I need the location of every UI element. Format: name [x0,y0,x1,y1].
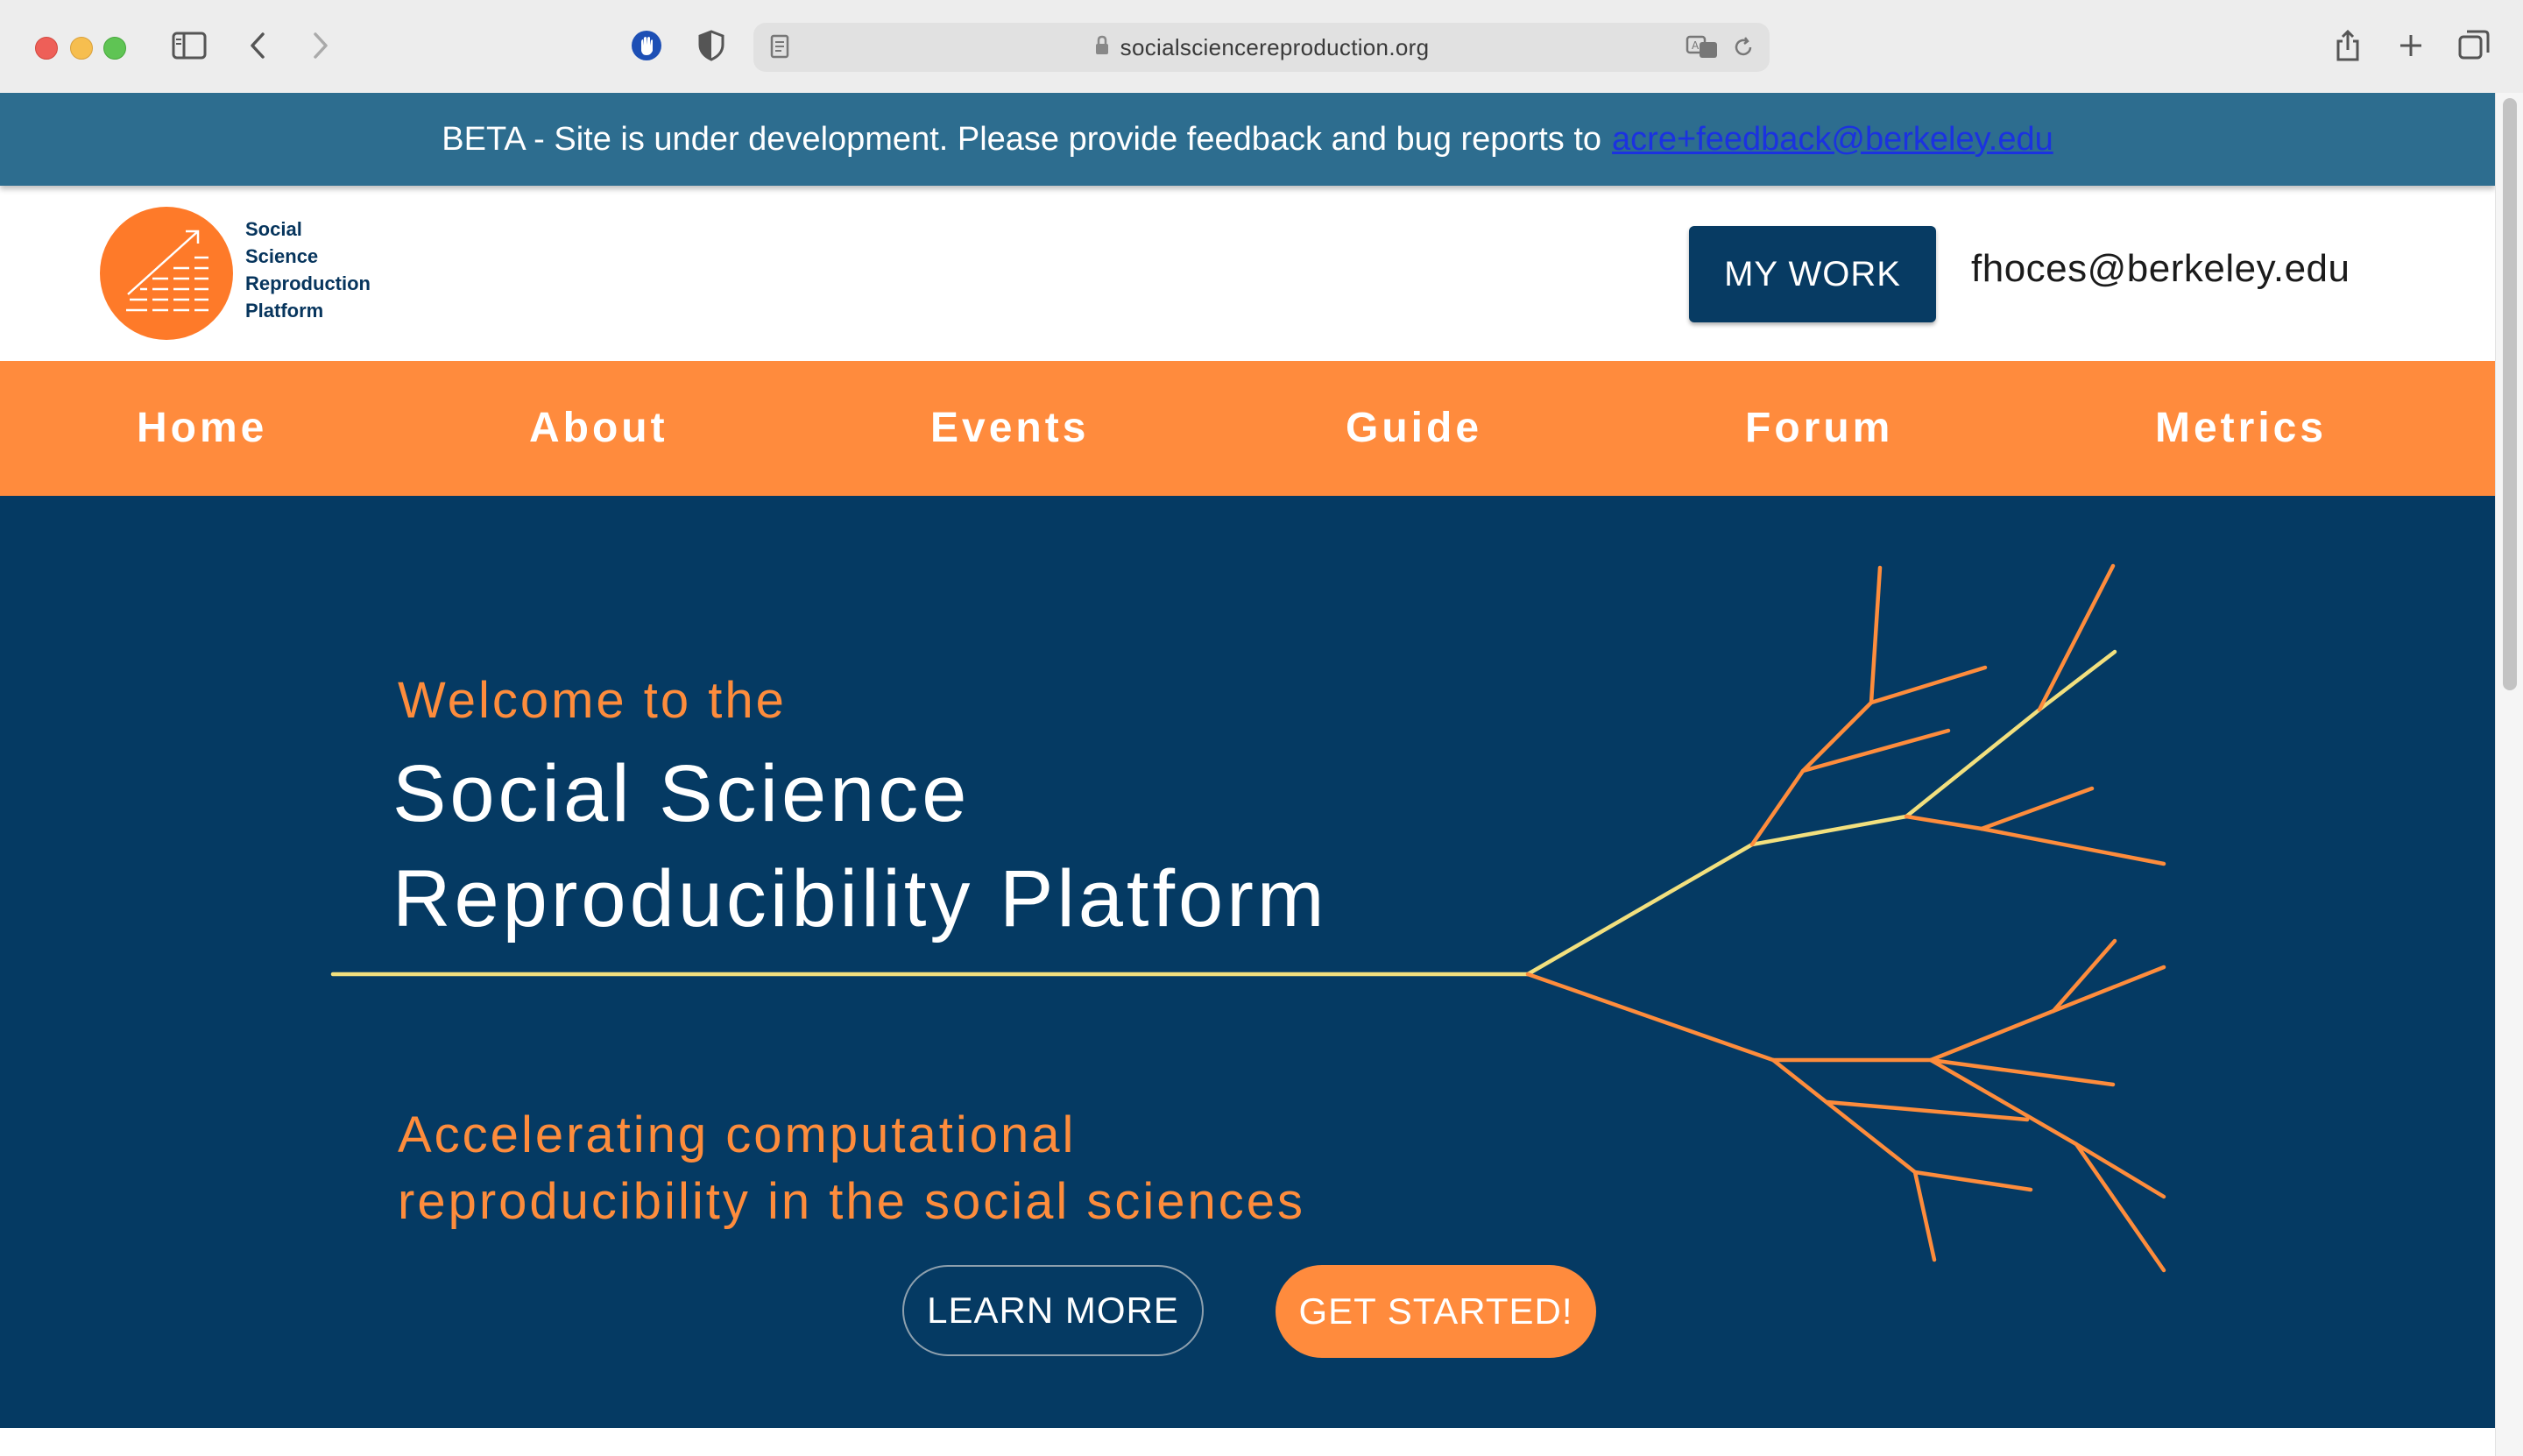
hero-section: Welcome to the Social Science Reproducib… [0,496,2495,1428]
hero-subtitle-line: reproducibility in the social sciences [398,1173,1305,1230]
branching-tree-graphic [330,563,2166,1273]
reload-icon[interactable] [1731,35,1756,64]
my-work-button[interactable]: MY WORK [1689,226,1936,322]
user-email[interactable]: fhoces@berkeley.edu [1971,247,2350,291]
hero-subtitle-line: Accelerating computational [398,1106,1077,1163]
beta-banner-text: BETA - Site is under development. Please… [442,120,1602,158]
share-icon[interactable] [2330,25,2365,67]
address-bar[interactable]: socialsciencereproduction.org A [753,23,1770,72]
minimize-window-button[interactable] [70,37,93,60]
nav-item-guide[interactable]: Guide [1346,361,1482,496]
nav-item-home[interactable]: Home [137,361,267,496]
hero-welcome: Welcome to the [398,672,787,729]
logo-line: Social [245,218,302,240]
browser-toolbar: socialsciencereproduction.org A [0,0,2523,95]
back-icon[interactable] [244,25,272,67]
forward-icon[interactable] [307,25,335,67]
page-scrollbar[interactable] [2495,93,2523,1456]
nav-item-forum[interactable]: Forum [1745,361,1893,496]
nav-item-about[interactable]: About [529,361,668,496]
learn-more-button[interactable]: LEARN MORE [902,1265,1204,1356]
new-tab-icon[interactable] [2393,25,2428,67]
translate-icon[interactable]: A [1686,33,1721,66]
close-window-button[interactable] [35,37,58,60]
beta-banner: BETA - Site is under development. Please… [0,93,2495,186]
below-fold [0,1428,2495,1456]
hero-title: Social Science Reproducibility Platform [392,741,1327,951]
tab-overview-icon[interactable] [2455,25,2493,67]
feedback-email-link[interactable]: acre+feedback@berkeley.edu [1612,121,2053,159]
sidebar-icon[interactable] [168,25,210,67]
privacy-shield-icon[interactable] [694,25,729,67]
main-nav: Home About Events Guide Forum Metrics [0,361,2495,496]
lock-icon [1094,35,1110,60]
hero-title-line: Social Science [392,749,971,838]
logo-icon[interactable] [100,207,233,340]
reader-icon[interactable] [767,33,792,66]
zoom-window-button[interactable] [103,37,126,60]
url-text: socialsciencereproduction.org [1120,33,1430,60]
nav-item-events[interactable]: Events [930,361,1089,496]
page-viewport: BETA - Site is under development. Please… [0,93,2495,1456]
logo-line: Platform [245,300,324,322]
get-started-button[interactable]: GET STARTED! [1276,1265,1596,1358]
hero-subtitle: Accelerating computational reproducibili… [398,1102,1305,1235]
svg-text:A: A [1692,39,1700,52]
logo-line: Reproduction [245,272,371,294]
logo-line: Science [245,245,319,267]
nav-item-metrics[interactable]: Metrics [2155,361,2327,496]
logo-text: Social Science Reproduction Platform [245,216,371,324]
extension-icon[interactable] [627,25,666,67]
hero-title-line: Reproducibility Platform [392,854,1328,944]
scrollbar-thumb[interactable] [2503,98,2517,690]
